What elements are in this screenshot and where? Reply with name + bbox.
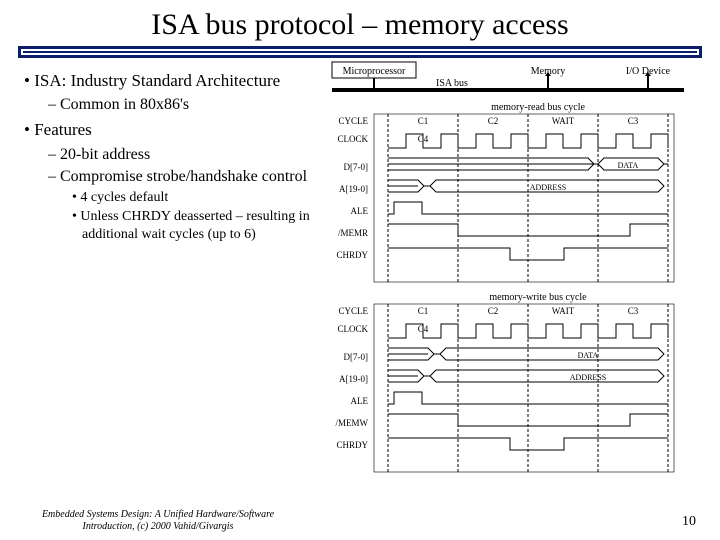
bullet-l1: Features: [24, 119, 328, 140]
svg-text:CYCLE: CYCLE: [338, 306, 368, 316]
bullet-l3: Unless CHRDY deasserted – resulting in a…: [72, 208, 328, 243]
svg-text:C2: C2: [488, 116, 499, 126]
svg-text:C1: C1: [418, 306, 429, 316]
svg-text:CLOCK: CLOCK: [337, 324, 368, 334]
svg-text:D[7-0]: D[7-0]: [344, 352, 369, 362]
bullet-l2: 20-bit address: [48, 145, 328, 165]
data-label: DATA: [618, 161, 639, 170]
sig-cycle: CYCLE: [338, 116, 368, 126]
svg-text:WAIT: WAIT: [552, 306, 575, 316]
sig-memw: /MEMW: [336, 418, 369, 428]
sig-memr: /MEMR: [338, 228, 368, 238]
svg-text:A[19-0]: A[19-0]: [339, 374, 368, 384]
svg-text:C3: C3: [628, 306, 639, 316]
sig-data: D[7-0]: [344, 162, 369, 172]
svg-text:ADDRESS: ADDRESS: [570, 373, 606, 382]
svg-text:CHRDY: CHRDY: [336, 440, 368, 450]
sig-ale: ALE: [351, 206, 369, 216]
diagram-column: Microprocessor Memory I/O Device ISA bus…: [328, 66, 702, 245]
bullet-l2: Compromise strobe/handshake control: [48, 167, 328, 187]
sig-clock: CLOCK: [337, 134, 368, 144]
bullet-column: ISA: Industry Standard Architecture Comm…: [18, 66, 328, 245]
svg-text:DATA: DATA: [578, 351, 599, 360]
isa-bus-label: ISA bus: [436, 78, 468, 89]
box-microprocessor: Microprocessor: [343, 66, 406, 77]
svg-text:C2: C2: [488, 306, 499, 316]
title-rule: [18, 46, 702, 58]
page-number: 10: [682, 514, 696, 530]
sig-chrdy: CHRDY: [336, 250, 368, 260]
bullet-l2: Common in 80x86's: [48, 95, 328, 115]
svg-text:C1: C1: [418, 116, 429, 126]
read-title: memory-read bus cycle: [491, 102, 585, 113]
bullet-l1: ISA: Industry Standard Architecture: [24, 70, 328, 91]
svg-text:WAIT: WAIT: [552, 116, 575, 126]
write-title: memory-write bus cycle: [489, 292, 587, 303]
slide-title: ISA bus protocol – memory access: [0, 0, 720, 46]
svg-text:ALE: ALE: [351, 396, 369, 406]
sig-addr: A[19-0]: [339, 184, 368, 194]
svg-text:C3: C3: [628, 116, 639, 126]
timing-diagram: Microprocessor Memory I/O Device ISA bus…: [328, 60, 688, 490]
footer-citation: Embedded Systems Design: A Unified Hardw…: [18, 509, 298, 532]
addr-label: ADDRESS: [530, 183, 566, 192]
bullet-l3: 4 cycles default: [72, 189, 328, 207]
